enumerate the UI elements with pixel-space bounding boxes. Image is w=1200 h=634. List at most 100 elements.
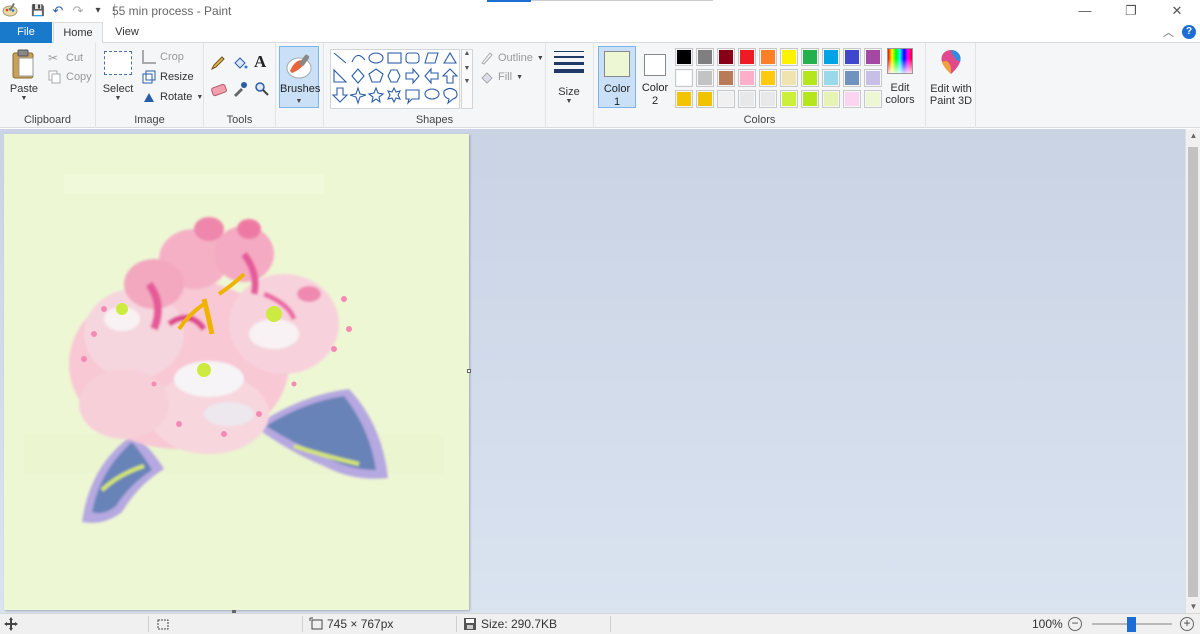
scroll-down-icon[interactable]: ▼ bbox=[1186, 602, 1200, 611]
color-swatch[interactable] bbox=[738, 90, 756, 108]
color-swatch[interactable] bbox=[717, 90, 735, 108]
paint-app-icon[interactable] bbox=[2, 2, 18, 18]
rounded-callout-shape-icon[interactable] bbox=[405, 89, 420, 105]
color-swatch[interactable] bbox=[864, 90, 882, 108]
color-swatch[interactable] bbox=[822, 90, 840, 108]
tab-file[interactable]: File bbox=[0, 22, 52, 43]
color-swatch[interactable] bbox=[864, 69, 882, 87]
collapse-ribbon-icon[interactable]: ︿ bbox=[1163, 24, 1174, 40]
vertical-scrollbar[interactable]: ▲ ▼ bbox=[1185, 129, 1200, 613]
close-button[interactable]: ✕ bbox=[1154, 0, 1200, 22]
outline-button[interactable]: Outline ▼ bbox=[480, 51, 544, 65]
color1-button[interactable]: Color 1 bbox=[598, 46, 636, 108]
magnifier-icon[interactable] bbox=[254, 81, 270, 97]
restore-button[interactable]: ❐ bbox=[1108, 0, 1154, 22]
eraser-icon[interactable] bbox=[210, 83, 228, 97]
resize-button[interactable]: Resize bbox=[142, 70, 194, 84]
minimize-button[interactable]: — bbox=[1062, 0, 1108, 22]
color2-button[interactable]: Color 2 bbox=[638, 46, 672, 108]
scrollbar-thumb[interactable] bbox=[1188, 147, 1198, 597]
color-swatch[interactable] bbox=[780, 90, 798, 108]
text-tool-icon[interactable]: A bbox=[254, 52, 266, 72]
color-swatch[interactable] bbox=[675, 48, 693, 66]
down-arrow-shape-icon[interactable] bbox=[331, 87, 349, 103]
fill-button[interactable]: Fill ▼ bbox=[480, 70, 523, 84]
scroll-up-icon[interactable]: ▲ bbox=[1186, 131, 1200, 140]
color-swatch[interactable] bbox=[738, 48, 756, 66]
color-swatch[interactable] bbox=[675, 69, 693, 87]
color-swatch[interactable] bbox=[759, 90, 777, 108]
color-swatch[interactable] bbox=[864, 48, 882, 66]
undo-icon[interactable]: ↶ bbox=[50, 3, 66, 19]
zoom-out-button[interactable]: − bbox=[1068, 617, 1082, 631]
redo-icon[interactable]: ↷ bbox=[70, 3, 86, 19]
paste-button[interactable]: Paste ▼ bbox=[6, 48, 42, 102]
six-point-star-shape-icon[interactable] bbox=[386, 86, 402, 104]
pencil-icon[interactable] bbox=[210, 55, 226, 71]
select-dropdown-icon[interactable]: ▼ bbox=[102, 95, 134, 102]
customize-qat-icon[interactable]: ▾ bbox=[90, 3, 106, 19]
size-dropdown-icon[interactable]: ▼ bbox=[552, 98, 586, 105]
polygon-shape-icon[interactable] bbox=[424, 52, 439, 64]
edit-colors-button[interactable]: Edit colors bbox=[882, 48, 918, 106]
save-icon[interactable]: 💾 bbox=[30, 3, 46, 19]
color-swatch[interactable] bbox=[822, 48, 840, 66]
fill-dropdown-icon[interactable]: ▼ bbox=[516, 74, 523, 81]
color-swatch[interactable] bbox=[801, 90, 819, 108]
rotate-button[interactable]: Rotate ▼ bbox=[142, 90, 203, 104]
five-point-star-shape-icon[interactable] bbox=[367, 86, 385, 104]
rounded-rectangle-shape-icon[interactable] bbox=[405, 52, 420, 64]
color-swatch[interactable] bbox=[843, 90, 861, 108]
drawing-canvas[interactable] bbox=[4, 134, 469, 610]
rectangle-shape-icon[interactable] bbox=[387, 52, 402, 64]
color-swatch[interactable] bbox=[780, 69, 798, 87]
color-swatch[interactable] bbox=[696, 90, 714, 108]
tab-home[interactable]: Home bbox=[53, 22, 103, 44]
pentagon-shape-icon[interactable] bbox=[368, 68, 384, 83]
canvas-workspace[interactable] bbox=[0, 129, 1185, 613]
diamond-shape-icon[interactable] bbox=[351, 68, 365, 84]
triangle-shape-icon[interactable] bbox=[443, 51, 457, 64]
up-arrow-shape-icon[interactable] bbox=[441, 68, 459, 84]
color-swatch[interactable] bbox=[675, 90, 693, 108]
select-button[interactable]: Select ▼ bbox=[102, 51, 134, 102]
color-swatch[interactable] bbox=[717, 69, 735, 87]
help-icon[interactable]: ? bbox=[1182, 25, 1196, 39]
color-swatch[interactable] bbox=[696, 69, 714, 87]
copy-button[interactable]: Copy bbox=[48, 70, 92, 84]
rotate-dropdown-icon[interactable]: ▼ bbox=[196, 94, 203, 101]
cut-button[interactable]: ✂ Cut bbox=[48, 51, 83, 65]
shapes-gallery-scroll[interactable]: ▲ ▼ ▼ bbox=[461, 49, 473, 109]
cloud-callout-shape-icon[interactable] bbox=[443, 87, 458, 105]
brushes-button[interactable]: Brushes ▼ bbox=[279, 46, 320, 108]
crop-button[interactable]: Crop bbox=[142, 50, 184, 64]
color-swatch[interactable] bbox=[780, 48, 798, 66]
tab-view[interactable]: View bbox=[104, 22, 150, 44]
color-swatch[interactable] bbox=[717, 48, 735, 66]
line-shape-icon[interactable] bbox=[333, 52, 347, 64]
color-swatch[interactable] bbox=[738, 69, 756, 87]
outline-dropdown-icon[interactable]: ▼ bbox=[537, 55, 544, 62]
zoom-in-button[interactable]: + bbox=[1180, 617, 1194, 631]
color-picker-icon[interactable] bbox=[232, 81, 248, 97]
canvas-resize-handle-right[interactable] bbox=[467, 369, 471, 373]
size-button[interactable]: Size ▼ bbox=[552, 49, 586, 105]
oval-callout-shape-icon[interactable] bbox=[424, 88, 440, 100]
hexagon-shape-icon[interactable] bbox=[387, 69, 401, 83]
color-swatch[interactable] bbox=[696, 48, 714, 66]
left-arrow-shape-icon[interactable] bbox=[424, 67, 439, 85]
four-point-star-shape-icon[interactable] bbox=[349, 86, 367, 105]
color-swatch[interactable] bbox=[801, 69, 819, 87]
color-swatch[interactable] bbox=[843, 48, 861, 66]
zoom-slider-thumb[interactable] bbox=[1127, 617, 1136, 632]
right-arrow-shape-icon[interactable] bbox=[405, 67, 420, 85]
color-swatch[interactable] bbox=[801, 48, 819, 66]
edit-with-paint3d-button[interactable]: Edit with Paint 3D bbox=[928, 48, 974, 107]
color-swatch[interactable] bbox=[822, 69, 840, 87]
color-swatch[interactable] bbox=[843, 69, 861, 87]
brushes-dropdown-icon[interactable]: ▼ bbox=[280, 98, 318, 105]
oval-shape-icon[interactable] bbox=[368, 52, 384, 64]
paste-dropdown-icon[interactable]: ▼ bbox=[6, 95, 42, 102]
fill-bucket-icon[interactable] bbox=[232, 55, 248, 71]
curve-shape-icon[interactable] bbox=[351, 54, 366, 63]
